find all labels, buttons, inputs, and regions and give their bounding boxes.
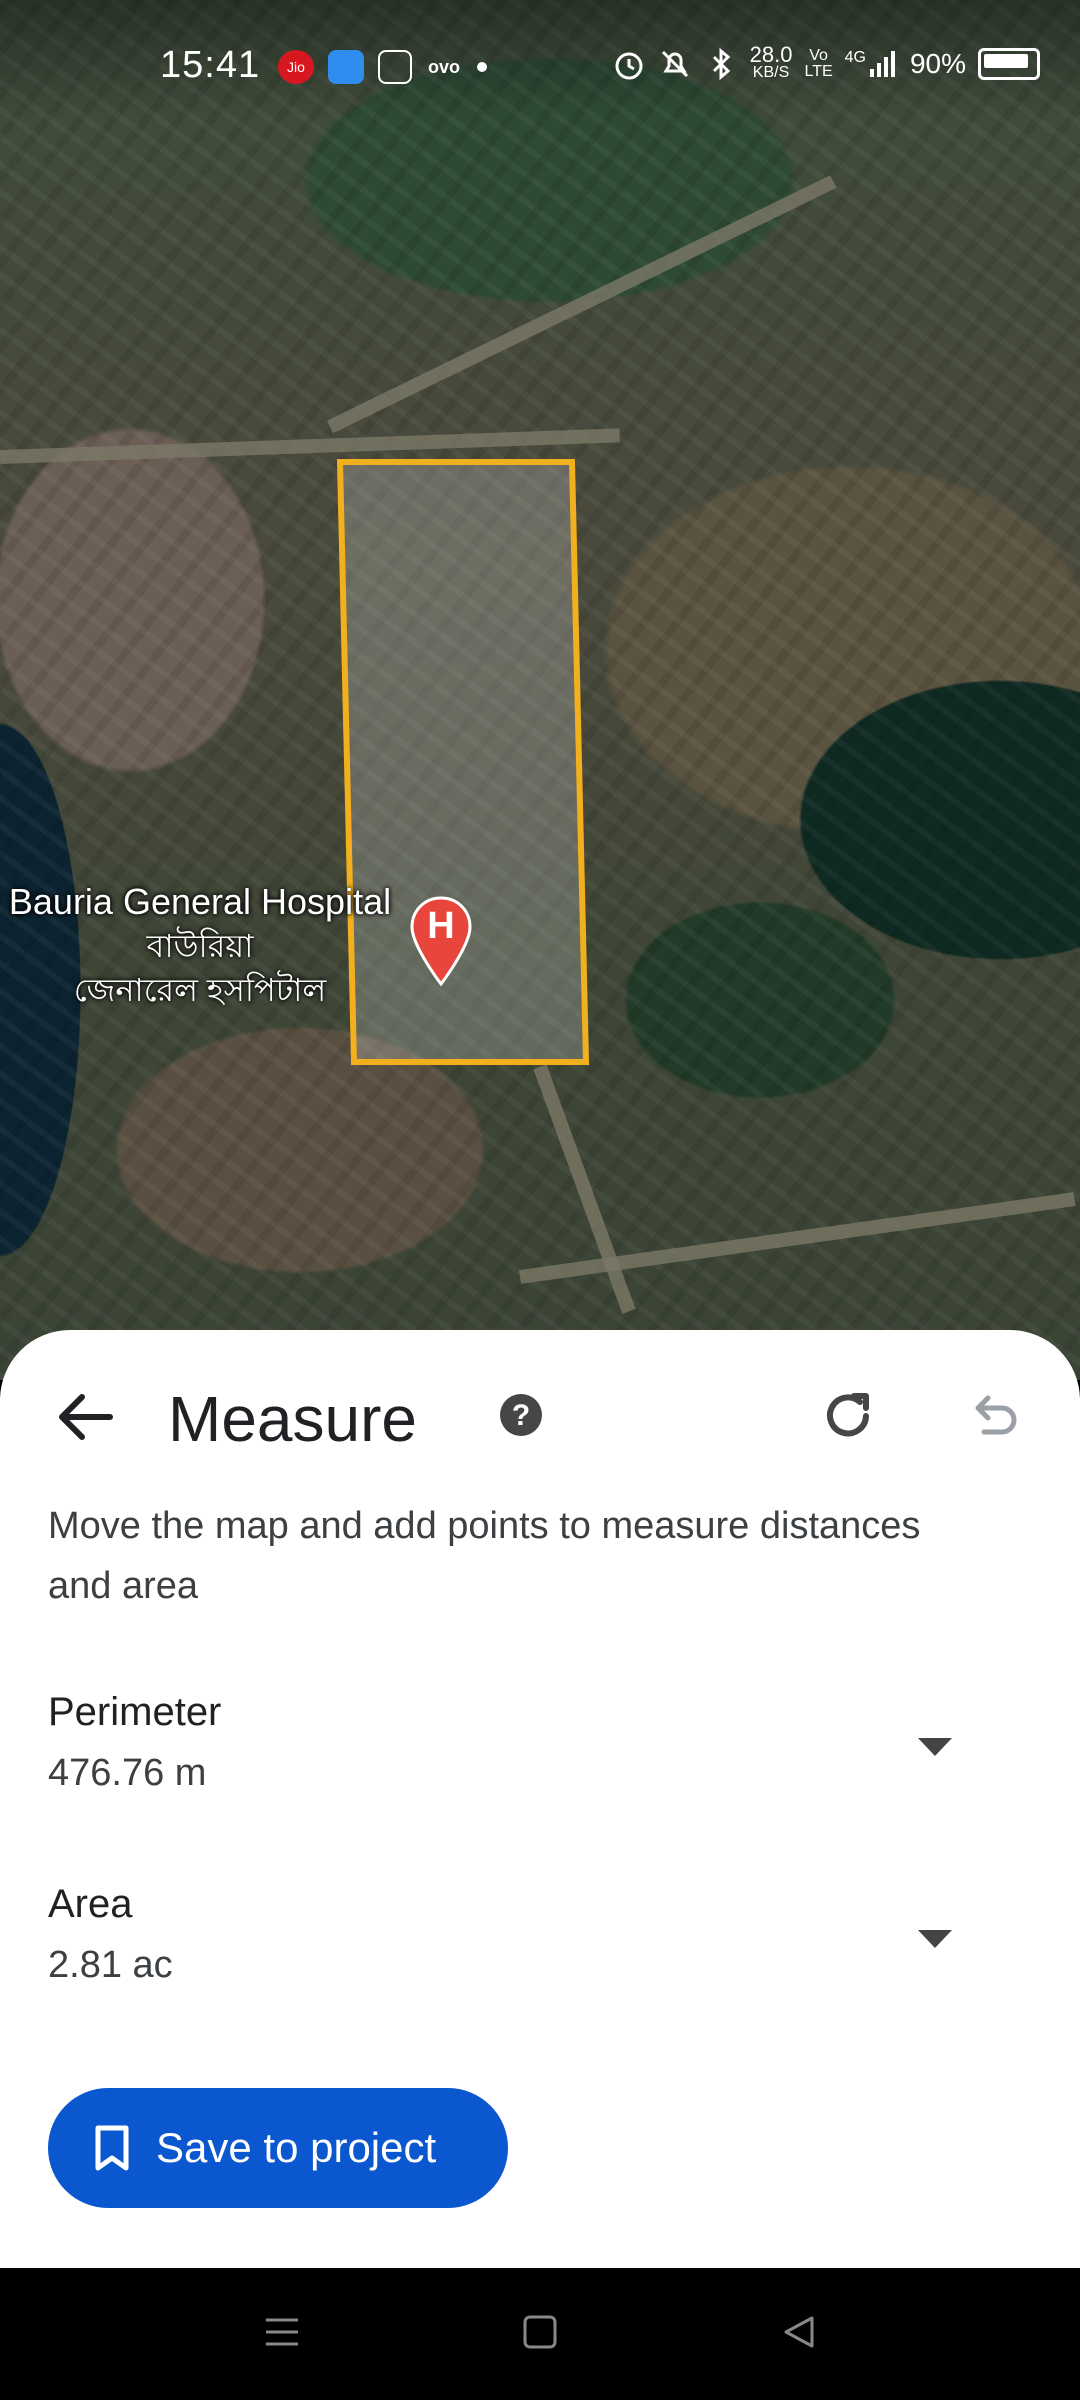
save-to-project-button[interactable]: Save to project [48,2088,508,2208]
ovo-icon: ovo [426,50,462,84]
area-row[interactable]: Area 2.81 ac [0,1882,1080,2032]
blue-app-icon [328,50,364,84]
status-time: 15:41 [160,44,261,86]
perimeter-value: 476.76 m [48,1752,207,1794]
measure-sheet: Measure ? Move the map and add points to… [0,1330,1080,2268]
hospital-name-bengali-1: বাউরিয়া [146,928,254,964]
battery-icon [978,48,1040,80]
mute-icon [661,50,688,78]
jio-icon: Jio [278,50,314,84]
dot-icon [476,50,488,84]
hospital-marker-icon[interactable]: H [410,896,472,986]
marker-letter: H [427,905,454,947]
perimeter-row[interactable]: Perimeter 476.76 m [0,1690,1080,1840]
save-to-project-label: Save to project [156,2124,437,2171]
network-type: 4G [844,49,866,66]
menu-nav-icon[interactable] [262,2312,302,2352]
volte-bottom: LTE [804,63,833,80]
satellite-map[interactable]: Bauria General Hospital বাউরিয়া জেনারেল… [0,0,1080,1380]
measured-area-polygon [336,459,590,1065]
perimeter-label: Perimeter [48,1690,222,1734]
instruction-text: Move the map and add points to measure d… [48,1505,921,1607]
perimeter-unit-dropdown-icon[interactable] [918,1738,952,1756]
network-speed: 28.0 KB/S [749,42,793,82]
area-label: Area [48,1882,133,1926]
network-speed-value: 28.0 [749,42,793,67]
signal-bars-icon [869,51,895,77]
system-nav-bar [0,2268,1080,2400]
signal-indicator: 4G [845,49,898,79]
status-bar: 15:41 Jio ovo 28.0 KB/S Vo LTE 4G 90% [0,0,1080,120]
jio-label: Jio [287,59,305,75]
notification-icons: Jio ovo [278,50,488,84]
network-speed-unit: KB/S [752,64,790,81]
home-nav-icon[interactable] [520,2312,560,2352]
hospital-label[interactable]: Bauria General Hospital বাউরিয়া জেনারেল… [0,880,410,1012]
bookmark-icon [95,2125,129,2171]
help-icon[interactable]: ? [498,1392,544,1438]
redo-reset-icon[interactable] [820,1386,880,1446]
svg-text:?: ? [512,1399,530,1432]
hospital-name-bengali-2: জেনারেল হসপিটাল [73,972,327,1008]
battery-percent: 90% [909,48,966,79]
volte-top: Vo [809,47,828,64]
ovo-label: ovo [427,56,460,77]
hospital-name-english: Bauria General Hospital [8,881,392,922]
area-unit-dropdown-icon[interactable] [918,1930,952,1948]
back-nav-icon[interactable] [778,2312,818,2352]
undo-icon[interactable] [966,1388,1022,1444]
back-arrow-icon[interactable] [50,1382,120,1452]
bluetooth-icon [712,47,730,81]
sheet-title: Measure [168,1383,417,1455]
system-status-icons: 28.0 KB/S Vo LTE 4G 90% [612,42,1040,82]
area-value: 2.81 ac [48,1944,173,1986]
calculator-icon [378,50,412,84]
volte-indicator: Vo LTE [804,48,832,80]
alarm-icon [615,52,643,80]
